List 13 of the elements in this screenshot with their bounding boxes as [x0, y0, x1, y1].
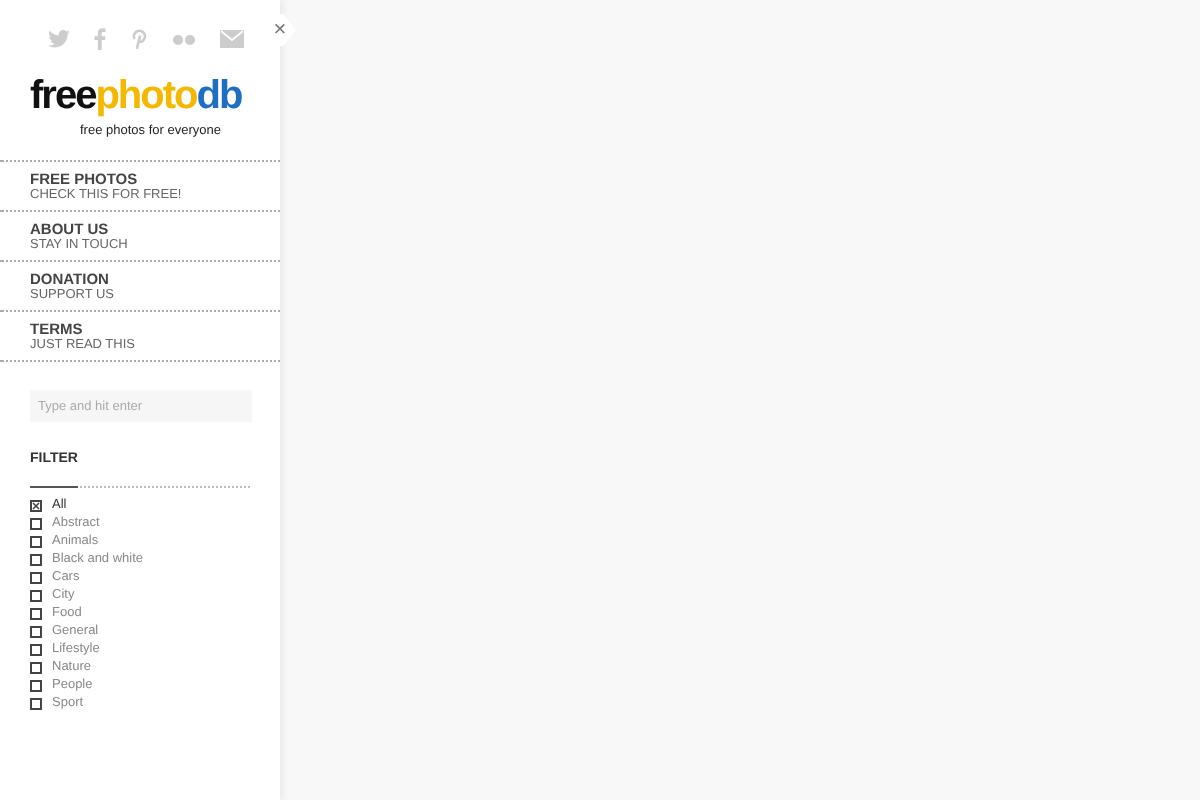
checkbox[interactable] [30, 553, 42, 565]
checkbox[interactable] [30, 571, 42, 583]
checkbox[interactable] [30, 517, 42, 529]
checkbox[interactable] [30, 589, 42, 601]
checkbox[interactable] [30, 625, 42, 637]
checkbox[interactable] [30, 499, 42, 511]
checkbox[interactable] [30, 661, 42, 673]
checkbox[interactable] [30, 535, 42, 547]
checkbox[interactable] [30, 679, 42, 691]
checkbox[interactable] [30, 697, 42, 709]
checkbox[interactable] [30, 643, 42, 655]
checkbox[interactable] [30, 607, 42, 619]
logo[interactable]: freephotodb [30, 76, 242, 116]
